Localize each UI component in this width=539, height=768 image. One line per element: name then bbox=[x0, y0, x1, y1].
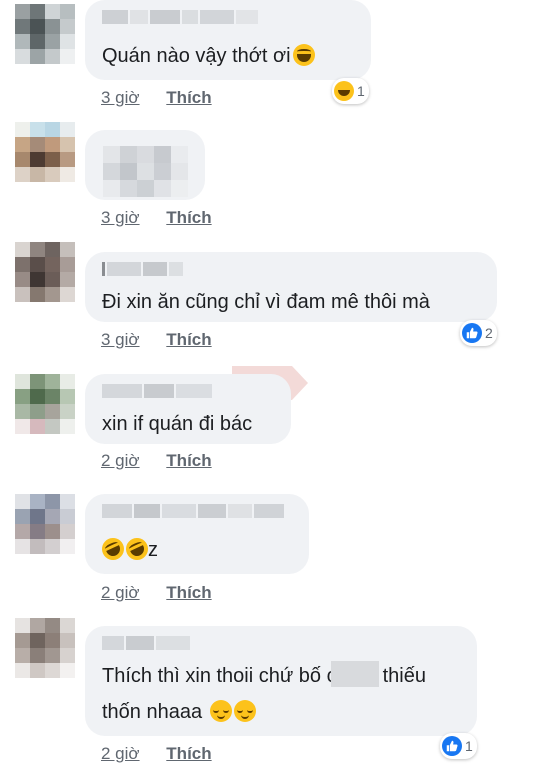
comment-text-line-2: thốn nhaaa bbox=[102, 696, 256, 728]
avatar[interactable] bbox=[15, 618, 75, 678]
laughing-tears-emoji-icon bbox=[292, 44, 315, 66]
comment-time[interactable]: 2 giờ bbox=[101, 744, 140, 763]
comment-actions: 2 giờ Thích bbox=[101, 744, 212, 764]
author-name-blurred[interactable] bbox=[102, 262, 183, 276]
author-name-blurred[interactable] bbox=[102, 504, 284, 518]
comment-actions: 2 giờ Thích bbox=[101, 451, 212, 471]
like-button[interactable]: Thích bbox=[166, 208, 211, 227]
comment-text-blurred bbox=[103, 146, 188, 197]
comment-time[interactable]: 3 giờ bbox=[101, 208, 140, 227]
reaction-count-number: 1 bbox=[357, 83, 365, 99]
relieved-face-emoji-icon bbox=[209, 700, 232, 722]
comment-text: xin if quán đi bác bbox=[102, 413, 253, 435]
reaction-count[interactable]: 2 bbox=[460, 320, 497, 346]
author-name-blurred[interactable] bbox=[102, 636, 190, 650]
avatar[interactable] bbox=[15, 242, 75, 302]
like-reaction-icon bbox=[462, 323, 482, 343]
censored-word-block bbox=[330, 661, 379, 687]
avatar[interactable] bbox=[15, 374, 75, 434]
comment-actions: 3 giờ Thích bbox=[101, 330, 212, 350]
comment-time[interactable]: 3 giờ bbox=[101, 330, 140, 349]
comment-bubble: Quán nào vậy thớt ơi bbox=[85, 0, 371, 80]
comment-actions: 3 giờ Thích bbox=[101, 208, 212, 228]
comment-text: z bbox=[98, 534, 158, 566]
like-button[interactable]: Thích bbox=[166, 88, 211, 107]
comment-bubble: Thích thì xin thoii chứ bố c thiếu thốn n… bbox=[85, 626, 477, 736]
comment-text: Quán nào vậy thớt ơi bbox=[102, 40, 315, 72]
comment-actions: 3 giờ Thích bbox=[101, 88, 212, 108]
comment-time[interactable]: 2 giờ bbox=[101, 583, 140, 602]
comment-text-line-1: Thích thì xin thoii chứ bố c thiếu bbox=[102, 660, 426, 692]
rolling-laughing-emoji-icon bbox=[98, 534, 128, 564]
comment-time[interactable]: 3 giờ bbox=[101, 88, 140, 107]
like-reaction-icon bbox=[442, 736, 462, 756]
comment-text: Đi xin ăn cũng chỉ vì đam mê thôi mà bbox=[102, 291, 430, 313]
avatar[interactable] bbox=[15, 4, 75, 64]
reaction-count[interactable]: 1 bbox=[332, 78, 369, 104]
comment-bubble bbox=[85, 130, 205, 200]
like-button[interactable]: Thích bbox=[166, 451, 211, 470]
haha-reaction-icon bbox=[334, 81, 354, 101]
author-name-blurred[interactable] bbox=[102, 10, 258, 24]
like-button[interactable]: Thích bbox=[166, 330, 211, 349]
comment-bubble: xin if quán đi bác bbox=[85, 374, 291, 444]
reaction-count-number: 2 bbox=[485, 325, 493, 341]
like-button[interactable]: Thích bbox=[166, 744, 211, 763]
comment-time[interactable]: 2 giờ bbox=[101, 451, 140, 470]
comment-bubble: z bbox=[85, 494, 309, 574]
like-button[interactable]: Thích bbox=[166, 583, 211, 602]
relieved-face-emoji-icon bbox=[233, 700, 256, 722]
avatar[interactable] bbox=[15, 122, 75, 182]
avatar[interactable] bbox=[15, 494, 75, 554]
reaction-count[interactable]: 1 bbox=[440, 733, 477, 759]
comment-actions: 2 giờ Thích bbox=[101, 583, 212, 603]
author-name-blurred[interactable] bbox=[102, 384, 212, 398]
reaction-count-number: 1 bbox=[465, 738, 473, 754]
comment-bubble: Đi xin ăn cũng chỉ vì đam mê thôi mà bbox=[85, 252, 497, 322]
